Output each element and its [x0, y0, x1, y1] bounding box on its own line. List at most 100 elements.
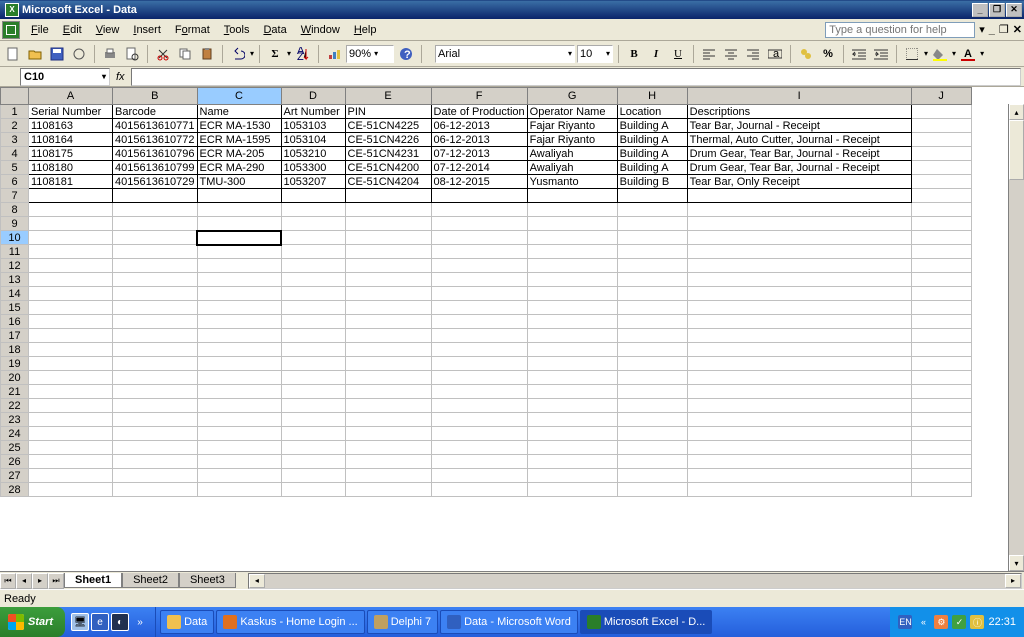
taskbar-data-folder[interactable]: Data: [160, 610, 214, 634]
close-button[interactable]: ✕: [1006, 3, 1022, 17]
column-header-H[interactable]: H: [617, 88, 687, 105]
cell-I14[interactable]: [687, 287, 911, 301]
cell-J25[interactable]: [911, 441, 971, 455]
cell-F16[interactable]: [431, 315, 527, 329]
cell-D13[interactable]: [281, 273, 345, 287]
row-header-21[interactable]: 21: [1, 385, 29, 399]
cell-H7[interactable]: [617, 189, 687, 203]
cell-E16[interactable]: [345, 315, 431, 329]
cell-J20[interactable]: [911, 371, 971, 385]
sheet-tab-1[interactable]: Sheet1: [64, 573, 122, 588]
cell-J14[interactable]: [911, 287, 971, 301]
cell-G7[interactable]: [527, 189, 617, 203]
cell-H17[interactable]: [617, 329, 687, 343]
cell-J21[interactable]: [911, 385, 971, 399]
cell-I25[interactable]: [687, 441, 911, 455]
cell-G20[interactable]: [527, 371, 617, 385]
column-header-A[interactable]: A: [29, 88, 113, 105]
cell-D19[interactable]: [281, 357, 345, 371]
help-search-input[interactable]: [825, 22, 975, 38]
fontsize-select[interactable]: 10▾: [577, 45, 613, 63]
cell-F4[interactable]: 07-12-2013: [431, 147, 527, 161]
cell-C17[interactable]: [197, 329, 281, 343]
start-button[interactable]: Start: [0, 607, 65, 637]
cell-I12[interactable]: [687, 259, 911, 273]
cell-I19[interactable]: [687, 357, 911, 371]
cell-F21[interactable]: [431, 385, 527, 399]
row-header-19[interactable]: 19: [1, 357, 29, 371]
chart-wizard-button[interactable]: [324, 44, 344, 64]
ql-show-desktop-icon[interactable]: 🖥: [71, 613, 89, 631]
cell-J13[interactable]: [911, 273, 971, 287]
cell-D12[interactable]: [281, 259, 345, 273]
cell-G8[interactable]: [527, 203, 617, 217]
cell-A20[interactable]: [29, 371, 113, 385]
scroll-down-button[interactable]: ▾: [1009, 555, 1024, 571]
cell-G25[interactable]: [527, 441, 617, 455]
cell-H20[interactable]: [617, 371, 687, 385]
cell-C16[interactable]: [197, 315, 281, 329]
cell-B25[interactable]: [113, 441, 198, 455]
cell-B23[interactable]: [113, 413, 198, 427]
cell-E5[interactable]: CE-51CN4200: [345, 161, 431, 175]
cell-B9[interactable]: [113, 217, 198, 231]
cell-D16[interactable]: [281, 315, 345, 329]
cell-A23[interactable]: [29, 413, 113, 427]
cell-E19[interactable]: [345, 357, 431, 371]
taskbar-delphi[interactable]: Delphi 7: [367, 610, 438, 634]
cell-H4[interactable]: Building A: [617, 147, 687, 161]
cell-B24[interactable]: [113, 427, 198, 441]
cell-D18[interactable]: [281, 343, 345, 357]
cell-I10[interactable]: [687, 231, 911, 245]
tab-nav-prev[interactable]: ◂: [16, 573, 32, 589]
cell-I28[interactable]: [687, 483, 911, 497]
paste-button[interactable]: [197, 44, 217, 64]
cell-G13[interactable]: [527, 273, 617, 287]
cell-J19[interactable]: [911, 357, 971, 371]
cell-I4[interactable]: Drum Gear, Tear Bar, Journal - Receipt: [687, 147, 911, 161]
fontcolor-dropdown-icon[interactable]: ▾: [980, 49, 984, 58]
cell-E21[interactable]: [345, 385, 431, 399]
cell-D8[interactable]: [281, 203, 345, 217]
row-header-11[interactable]: 11: [1, 245, 29, 259]
cell-F18[interactable]: [431, 343, 527, 357]
cell-H21[interactable]: [617, 385, 687, 399]
cell-G19[interactable]: [527, 357, 617, 371]
vertical-scrollbar[interactable]: ▴ ▾: [1008, 104, 1024, 571]
cell-A14[interactable]: [29, 287, 113, 301]
cell-I21[interactable]: [687, 385, 911, 399]
column-header-J[interactable]: J: [911, 88, 971, 105]
fill-color-button[interactable]: [930, 44, 950, 64]
cell-C14[interactable]: [197, 287, 281, 301]
row-header-20[interactable]: 20: [1, 371, 29, 385]
cell-J17[interactable]: [911, 329, 971, 343]
cell-J7[interactable]: [911, 189, 971, 203]
menu-format[interactable]: Format: [168, 22, 217, 38]
cell-C13[interactable]: [197, 273, 281, 287]
cell-J2[interactable]: [911, 119, 971, 133]
doc-restore-button[interactable]: ❐: [999, 23, 1009, 36]
cell-A28[interactable]: [29, 483, 113, 497]
cell-F1[interactable]: Date of Production: [431, 105, 527, 119]
tab-nav-first[interactable]: ⏮: [0, 573, 16, 589]
row-header-18[interactable]: 18: [1, 343, 29, 357]
cell-E1[interactable]: PIN: [345, 105, 431, 119]
cell-C24[interactable]: [197, 427, 281, 441]
cell-D2[interactable]: 1053103: [281, 119, 345, 133]
cell-I8[interactable]: [687, 203, 911, 217]
fx-icon[interactable]: fx: [116, 71, 125, 83]
cell-G1[interactable]: Operator Name: [527, 105, 617, 119]
cell-B16[interactable]: [113, 315, 198, 329]
new-button[interactable]: [3, 44, 23, 64]
cell-I26[interactable]: [687, 455, 911, 469]
tray-clock[interactable]: 22:31: [988, 616, 1016, 628]
cell-I22[interactable]: [687, 399, 911, 413]
cell-F26[interactable]: [431, 455, 527, 469]
cell-G15[interactable]: [527, 301, 617, 315]
row-header-9[interactable]: 9: [1, 217, 29, 231]
cell-D6[interactable]: 1053207: [281, 175, 345, 189]
zoom-select[interactable]: 90%▾: [346, 45, 394, 63]
cell-F7[interactable]: [431, 189, 527, 203]
horizontal-scrollbar[interactable]: ◂ ▸: [248, 573, 1022, 589]
cell-F8[interactable]: [431, 203, 527, 217]
